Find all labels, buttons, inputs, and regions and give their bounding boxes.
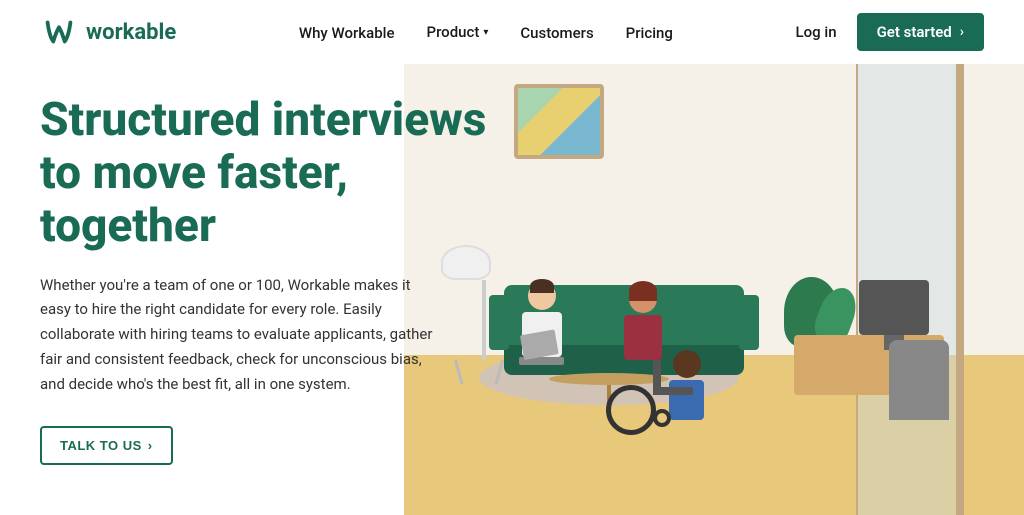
nav-right: Log in Get started ›: [796, 13, 984, 51]
arrow-icon: ›: [148, 438, 153, 453]
person-1-head: [528, 282, 556, 310]
person-3-head: [673, 350, 701, 378]
sofa-arm-right: [739, 295, 759, 350]
chevron-down-icon: ▾: [483, 27, 488, 38]
get-started-button[interactable]: Get started ›: [857, 13, 984, 51]
person-2-hair: [629, 281, 657, 301]
login-link[interactable]: Log in: [796, 23, 837, 41]
background-chair: [889, 340, 949, 420]
hero-description: Whether you're a team of one or 100, Wor…: [40, 273, 440, 397]
nav-item-pricing[interactable]: Pricing: [626, 23, 673, 42]
nav-links: Why Workable Product ▾ Customers Pricing: [299, 23, 673, 42]
hero-title: Structured interviews to move faster, to…: [40, 94, 500, 253]
wheelchair-seat: [653, 387, 693, 395]
person-2-head: [629, 285, 657, 313]
person-3: [669, 350, 704, 420]
arrow-icon: ›: [960, 24, 964, 40]
person-3-body: [669, 380, 704, 420]
nav-item-customers[interactable]: Customers: [520, 23, 593, 42]
nav-item-product[interactable]: Product ▾: [427, 23, 489, 41]
table-top: [549, 373, 669, 385]
brand-name: workable: [86, 20, 176, 45]
glass-door: [956, 64, 964, 515]
person-2-body: [624, 315, 662, 360]
person-2: [624, 285, 662, 360]
picture-frame: [514, 84, 604, 159]
nav-item-why-workable[interactable]: Why Workable: [299, 23, 395, 42]
nav-link-why-workable[interactable]: Why Workable: [299, 24, 395, 42]
wheelchair-wheel-large: [606, 385, 656, 435]
person-1-hair: [530, 279, 554, 293]
hero-content: Structured interviews to move faster, to…: [40, 94, 500, 465]
person-1: [519, 282, 564, 365]
nav-link-product[interactable]: Product ▾: [427, 23, 489, 41]
hero-section: Structured interviews to move faster, to…: [0, 64, 1024, 515]
logo-link[interactable]: workable: [40, 13, 176, 51]
wheelchair-wheel-small: [653, 409, 671, 427]
nav-link-pricing[interactable]: Pricing: [626, 24, 673, 42]
person-1-laptop: [519, 357, 564, 365]
talk-to-us-button[interactable]: TALK TO US ›: [40, 426, 173, 465]
background-monitor: [859, 280, 929, 335]
navigation: workable Why Workable Product ▾ Customer…: [0, 0, 1024, 64]
nav-link-customers[interactable]: Customers: [520, 24, 593, 42]
picture-art: [518, 88, 600, 155]
workable-logo-icon: [40, 13, 78, 51]
